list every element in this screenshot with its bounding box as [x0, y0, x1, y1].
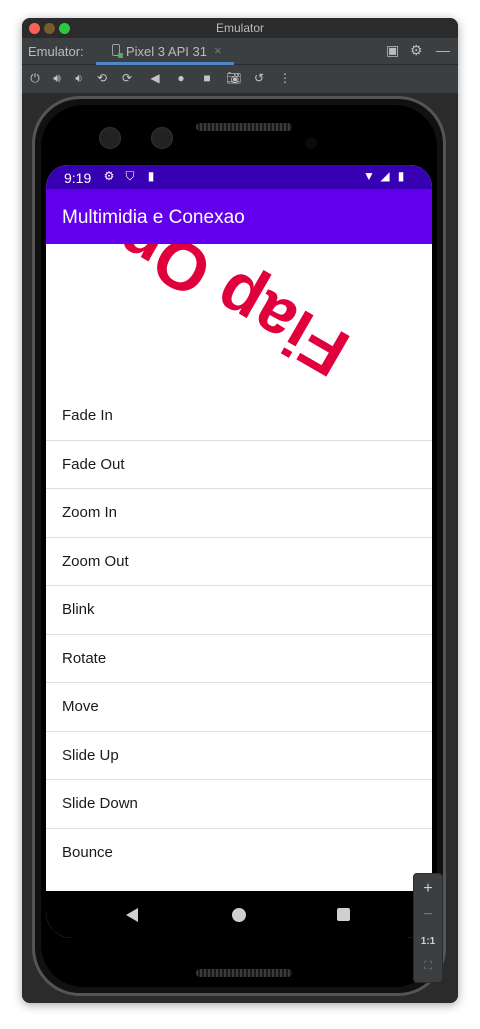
wifi-icon: ▼: [363, 169, 375, 183]
list-item-fade-in[interactable]: Fade In: [46, 392, 432, 441]
window-title: Emulator: [215, 21, 265, 35]
settings-notification-icon: ⚙: [103, 169, 115, 183]
status-bar: 9:19 ⚙ ⛉ ▮ ▼ ◢ ▮: [46, 165, 432, 189]
home-icon[interactable]: ●: [174, 71, 188, 85]
sdcard-icon: ▮: [147, 169, 155, 183]
animation-area: Fiap On: [46, 244, 432, 394]
snapshot-icon[interactable]: ↺: [252, 71, 266, 85]
nav-back-icon[interactable]: [126, 908, 138, 922]
list-item-zoom-out[interactable]: Zoom Out: [46, 538, 432, 586]
signal-icon: ◢: [380, 169, 390, 183]
front-camera-icon: [99, 127, 121, 149]
nav-home-icon[interactable]: [232, 908, 246, 922]
list-item-slide-up[interactable]: Slide Up: [46, 732, 432, 780]
tab-bar: Emulator: Pixel 3 API 31 × ▣ ⚙ —: [22, 38, 458, 65]
screenshot-icon[interactable]: 📷︎: [226, 71, 241, 85]
power-icon[interactable]: ⏻: [28, 71, 42, 85]
emulator-toolbar: ⏻ 🔊︎ 🔉︎ ⟲ ⟳ ◀ ● ■ 📷︎ ↺ ⋮: [22, 65, 458, 94]
gear-icon[interactable]: ⚙: [410, 42, 423, 59]
layout-icon[interactable]: ▣: [386, 42, 399, 59]
hide-icon[interactable]: —: [436, 42, 450, 58]
front-camera-icon: [151, 127, 173, 149]
battery-icon: ▮: [397, 169, 405, 183]
back-icon[interactable]: ◀: [148, 71, 162, 85]
list-item-slide-down[interactable]: Slide Down: [46, 780, 432, 829]
list-item-label: Slide Down: [62, 795, 138, 812]
list-item-label: Move: [62, 698, 99, 715]
list-item-rotate[interactable]: Rotate: [46, 635, 432, 683]
list-item-label: Rotate: [62, 649, 107, 667]
animation-list: Fade In Fade Out Zoom In Zoom Out Blink …: [46, 392, 432, 876]
animated-text: Fiap On: [103, 244, 362, 392]
zoom-out-button[interactable]: −: [414, 906, 442, 924]
more-icon[interactable]: ⋮: [278, 71, 292, 85]
bottom-speaker: [196, 969, 292, 977]
list-item-move[interactable]: Move: [46, 683, 432, 732]
device-screen: 9:19 ⚙ ⛉ ▮ ▼ ◢ ▮ Multimidia e Conexao Fi…: [46, 165, 432, 938]
zoom-panel: + − 1:1 ⛶: [413, 873, 443, 983]
volume-down-icon[interactable]: 🔉︎: [72, 71, 86, 85]
status-time: 9:19: [64, 170, 92, 186]
list-item-label: Blink: [62, 601, 95, 618]
list-item-label: Slide Up: [62, 746, 119, 764]
title-bar: Emulator: [22, 18, 458, 38]
zoom-1to1-button[interactable]: 1:1: [414, 936, 442, 947]
list-item-label: Fade In: [62, 407, 113, 424]
overview-icon[interactable]: ■: [200, 71, 214, 85]
zoom-in-button[interactable]: +: [414, 880, 442, 898]
app-bar: Multimidia e Conexao: [46, 189, 432, 244]
rotate-right-icon[interactable]: ⟳: [120, 71, 134, 85]
list-item-bounce[interactable]: Bounce: [46, 829, 432, 877]
list-item-fade-out[interactable]: Fade Out: [46, 441, 432, 489]
emulator-label: Emulator:: [28, 44, 84, 59]
list-item-label: Zoom Out: [62, 552, 129, 570]
fit-screen-icon[interactable]: ⛶: [414, 960, 442, 973]
list-item-label: Zoom In: [62, 504, 118, 521]
nav-recents-icon[interactable]: [337, 908, 350, 921]
list-item-label: Bounce: [62, 843, 113, 861]
shield-icon: ⛉: [125, 169, 135, 183]
app-title: Multimidia e Conexao: [62, 207, 245, 228]
proximity-sensor: [305, 137, 317, 149]
device-icon: [112, 44, 123, 58]
rotate-left-icon[interactable]: ⟲: [95, 71, 109, 85]
list-item-blink[interactable]: Blink: [46, 586, 432, 635]
list-item-zoom-in[interactable]: Zoom In: [46, 489, 432, 538]
tab-label: Pixel 3 API 31: [126, 44, 207, 59]
nav-bar: [46, 891, 432, 938]
earpiece-speaker: [196, 123, 292, 131]
tab-pixel3[interactable]: Pixel 3 API 31 ×: [96, 38, 234, 65]
list-item-label: Fade Out: [62, 455, 125, 473]
volume-up-icon[interactable]: 🔊︎: [50, 71, 64, 85]
tab-close-icon[interactable]: ×: [214, 43, 222, 58]
